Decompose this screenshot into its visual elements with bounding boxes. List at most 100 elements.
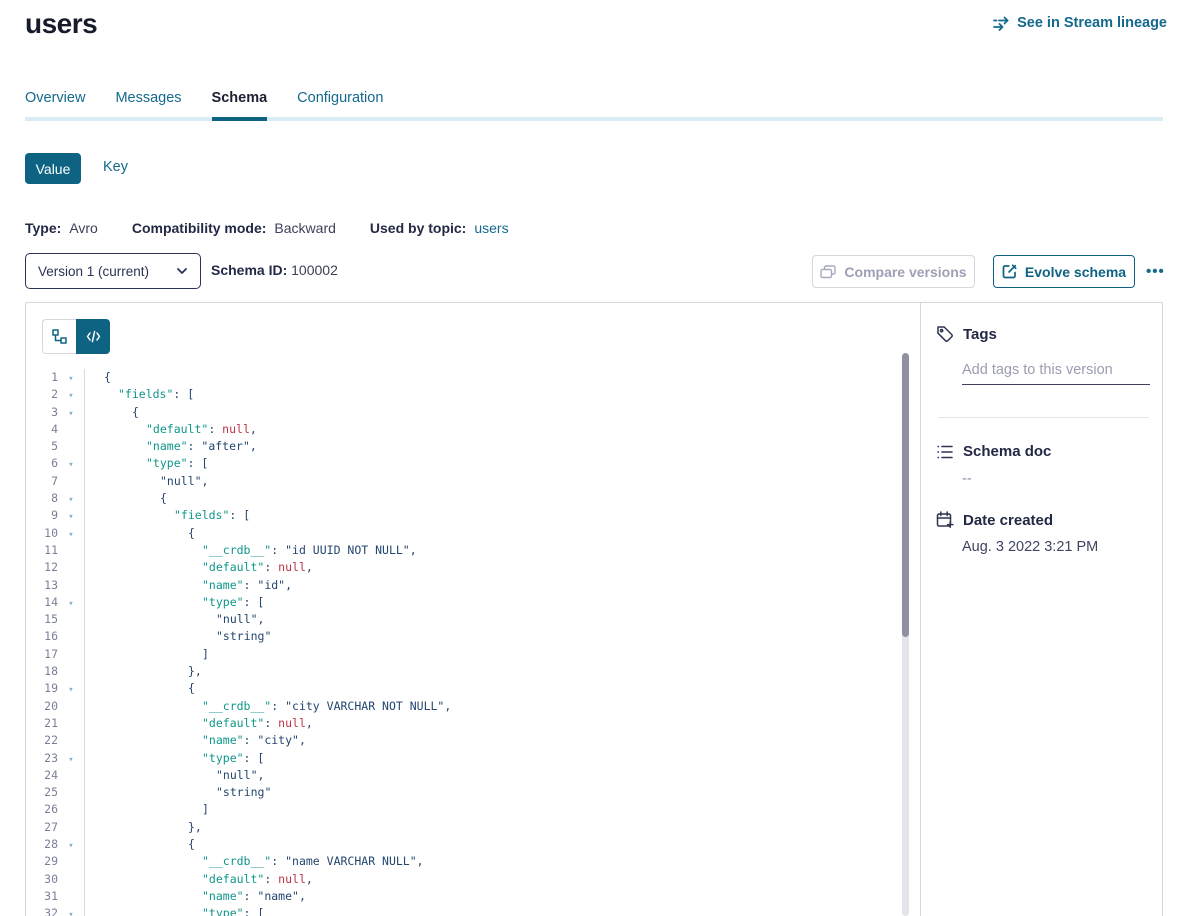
code-text: { [84,680,195,697]
code-view-button[interactable] [76,319,110,354]
tab-configuration[interactable]: Configuration [297,88,383,121]
code-line: 11"__crdb__": "id UUID NOT NULL", [26,542,902,559]
tab-schema[interactable]: Schema [212,88,268,121]
code-text: "__crdb__": "name VARCHAR NULL", [84,853,424,870]
edit-schema-icon [1002,264,1017,279]
code-text: "name": "city", [84,732,306,749]
version-select-value: Version 1 (current) [38,264,149,279]
fold-caret-icon[interactable]: ▾ [58,907,84,916]
code-line: 1▾{ [26,369,902,386]
tab-bar: Overview Messages Schema Configuration [25,88,1163,121]
code-line: 2▾"fields": [ [26,386,902,403]
key-tab-button[interactable]: Key [103,159,128,175]
code-line: 10▾{ [26,525,902,542]
fold-caret-icon[interactable]: ▾ [58,752,84,769]
fold-caret-icon[interactable]: ▾ [58,388,84,405]
code-line: 7"null", [26,473,902,490]
code-text: "__crdb__": "id UUID NOT NULL", [84,542,417,559]
line-number: 5 [26,438,58,455]
doc-list-icon [936,444,954,460]
line-number: 1 [26,369,58,386]
editor-scrollbar[interactable] [902,353,909,916]
fold-caret-icon[interactable]: ▾ [58,406,84,423]
tab-messages[interactable]: Messages [115,88,181,121]
code-line: 17] [26,646,902,663]
code-text: "type": [ [84,905,264,916]
code-editor[interactable]: 1▾{2▾"fields": [3▾{4"default": null,5"na… [26,369,902,916]
code-text: { [84,525,195,542]
tags-title: Tags [963,326,997,343]
evolve-schema-button[interactable]: Evolve schema [993,255,1135,288]
fold-caret-icon[interactable]: ▾ [58,457,84,474]
stream-lineage-link[interactable]: See in Stream lineage [993,15,1167,31]
line-number: 21 [26,715,58,732]
tree-view-button[interactable] [42,319,76,354]
code-lines: 1▾{2▾"fields": [3▾{4"default": null,5"na… [26,369,902,916]
code-text: "type": [ [84,455,208,472]
fold-caret-icon[interactable]: ▾ [58,682,84,699]
tag-icon [936,325,954,343]
code-text: }, [84,819,202,836]
line-number: 24 [26,767,58,784]
calendar-icon [936,511,954,529]
code-text: "default": null, [84,421,257,438]
schema-panel: 1▾{2▾"fields": [3▾{4"default": null,5"na… [25,302,1163,916]
code-line: 5"name": "after", [26,438,902,455]
tab-overview[interactable]: Overview [25,88,85,121]
code-line: 3▾{ [26,404,902,421]
code-line: 12"default": null, [26,559,902,576]
line-number: 23 [26,750,58,767]
compare-versions-button[interactable]: Compare versions [812,255,975,288]
schema-doc-title: Schema doc [963,443,1051,460]
date-created-title: Date created [963,512,1053,529]
schema-id: Schema ID: 100002 [211,262,338,278]
fold-caret-icon[interactable]: ▾ [58,527,84,544]
code-text: "type": [ [84,594,264,611]
version-select[interactable]: Version 1 (current) [25,253,201,289]
line-number: 16 [26,628,58,645]
code-text: { [84,369,111,386]
date-created-heading: Date created [936,511,1053,529]
editor-scrollbar-thumb[interactable] [902,353,909,637]
more-options-button[interactable]: ••• [1146,255,1165,288]
chevron-down-icon [176,265,188,277]
code-line: 14▾"type": [ [26,594,902,611]
tree-view-icon [52,329,67,344]
code-line: 24 "null", [26,767,902,784]
code-text: { [84,490,167,507]
line-number: 15 [26,611,58,628]
value-tab-button[interactable]: Value [25,153,81,184]
page-title: users [25,8,97,40]
code-text: "type": [ [84,750,264,767]
fold-caret-icon[interactable]: ▾ [58,509,84,526]
fold-caret-icon[interactable]: ▾ [58,492,84,509]
stream-lineage-label: See in Stream lineage [1017,15,1167,31]
schema-id-value: 100002 [291,262,338,278]
fold-caret-icon[interactable]: ▾ [58,596,84,613]
code-text: }, [84,663,202,680]
line-number: 4 [26,421,58,438]
code-text: "fields": [ [84,386,194,403]
fold-caret-icon[interactable]: ▾ [58,838,84,855]
code-line: 23▾"type": [ [26,750,902,767]
code-text: "string" [84,784,271,801]
line-number: 30 [26,871,58,888]
tags-input[interactable] [962,360,1150,385]
code-text: "default": null, [84,871,313,888]
code-text: ] [84,801,209,818]
compare-versions-label: Compare versions [844,264,966,280]
code-line: 31"name": "name", [26,888,902,905]
code-line: 18}, [26,663,902,680]
code-line: 32▾"type": [ [26,905,902,916]
line-number: 28 [26,836,58,853]
code-line: 29"__crdb__": "name VARCHAR NULL", [26,853,902,870]
code-text: "default": null, [84,559,313,576]
topic-link[interactable]: users [474,220,508,236]
code-line: 26] [26,801,902,818]
code-text: "null", [84,767,264,784]
code-text: "default": null, [84,715,313,732]
schema-sidebar: Tags Schema doc -- [920,303,1163,916]
fold-caret-icon[interactable]: ▾ [58,371,84,388]
line-number: 27 [26,819,58,836]
code-line: 9▾"fields": [ [26,507,902,524]
